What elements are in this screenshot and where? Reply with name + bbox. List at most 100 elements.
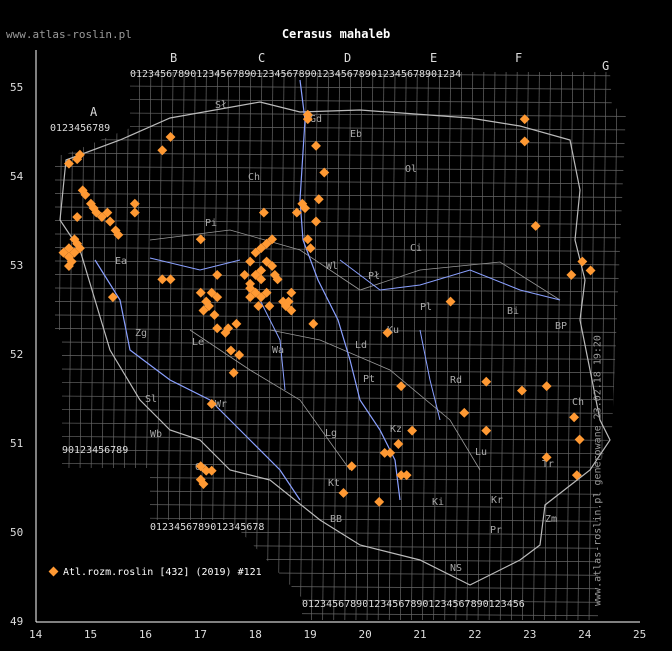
grid-line — [55, 557, 626, 563]
region-code: Ea — [115, 256, 127, 267]
grid-line — [244, 72, 252, 620]
grid-line — [399, 72, 407, 620]
grid-letter: F — [515, 51, 522, 65]
occurrence-point — [264, 301, 275, 311]
region-code: Bi — [507, 306, 519, 317]
legend: Atl.rozm.roslin [432] (2019) #121 — [48, 566, 262, 578]
lon-tick-label: 19 — [303, 628, 317, 641]
distribution-map: SłGdEbChOlPiCiWlPłEaKuPl BiLdWaZgLeSlBPPt… — [35, 50, 640, 625]
grid-letter: D — [344, 51, 351, 65]
grid-line — [255, 72, 263, 620]
lon-tick-label: 21 — [413, 628, 427, 641]
lon-tick-label: 22 — [468, 628, 482, 641]
occurrence-point — [530, 221, 541, 231]
grid-digit-row: 0123456789012345678901234567890123456 — [302, 599, 525, 610]
map-stage: www.atlas-roslin.pl Cerasus mahaleb Sł Gd… — [0, 0, 672, 651]
grid-line — [55, 436, 626, 441]
occurrence-point — [379, 447, 390, 458]
region-code: Wr — [215, 399, 227, 410]
grid-line — [577, 72, 585, 620]
occurrence-point — [445, 296, 456, 307]
lon-tick-label: 18 — [248, 628, 262, 641]
occurrence-point — [212, 269, 223, 280]
grid-line — [499, 72, 507, 620]
grid-line — [266, 72, 274, 620]
grid-digit-row: 90123456789 — [62, 445, 128, 456]
occurrence-point — [195, 234, 206, 245]
grid-line — [55, 422, 626, 428]
grid-line — [55, 476, 626, 482]
grid-digit-row: 0123456789012345678901234567890123456789… — [130, 69, 461, 80]
grid-letter: B — [170, 51, 177, 65]
grid-line — [510, 72, 518, 620]
region-code: Lu — [475, 447, 487, 458]
occurrence-point — [206, 465, 217, 476]
occurrence-point — [338, 488, 349, 498]
occurrence-point — [401, 470, 412, 481]
grid-line — [55, 503, 626, 509]
occurrence-point — [231, 318, 242, 329]
grid-line — [55, 72, 63, 620]
grid-letter: A — [90, 105, 98, 119]
grid-line — [344, 72, 352, 620]
grid-line — [55, 152, 626, 158]
grid-line — [55, 98, 626, 104]
grid-line — [621, 72, 626, 620]
grid-line — [55, 233, 626, 239]
grid-line — [477, 72, 485, 620]
region-code: Sł — [215, 100, 227, 111]
occurrence-point — [577, 256, 588, 267]
grid-line — [544, 72, 551, 620]
grid-line — [422, 72, 429, 620]
lon-tick-label: 15 — [83, 628, 98, 641]
occurrence-point — [519, 136, 530, 147]
region-code: Ki — [432, 497, 444, 508]
grid-line — [55, 314, 626, 320]
grid-line — [55, 139, 626, 144]
region-code: Ci — [410, 243, 422, 254]
occurrence-point — [585, 265, 596, 276]
grid-line — [288, 72, 296, 620]
occurrence-point — [574, 434, 585, 445]
region-code: Kr — [491, 495, 503, 506]
lat-tick-label: 51 — [10, 437, 24, 450]
region-code: Pl — [420, 302, 432, 313]
region-code: Zm — [545, 514, 557, 525]
grid-line — [55, 125, 626, 131]
grid-line — [488, 72, 496, 620]
grid-line — [55, 260, 626, 266]
region-code: Wa — [272, 345, 284, 356]
lat-tick-label: 55 — [10, 81, 24, 94]
grid-line — [444, 72, 452, 620]
occurrence-point — [225, 345, 236, 356]
grid-line — [433, 72, 440, 620]
lon-tick-label: 25 — [633, 628, 647, 641]
region-code: Kt — [328, 478, 340, 489]
lon-tick-label: 16 — [138, 628, 153, 641]
region-code: Ld — [355, 340, 367, 351]
occurrence-point — [234, 350, 245, 360]
region-code: Pi — [205, 218, 217, 229]
region-code: Pt — [363, 374, 375, 385]
region-code: Wb — [150, 429, 162, 440]
grid-line — [55, 449, 626, 455]
river-network — [149, 257, 561, 421]
lon-tick-label: 17 — [193, 628, 207, 641]
lon-tick-label: 14 — [29, 628, 43, 641]
occurrence-point — [228, 367, 239, 378]
grid-line — [211, 72, 218, 620]
lon-tick-label: 23 — [523, 628, 537, 641]
grid-line — [55, 287, 626, 293]
occurrence-point — [239, 269, 250, 280]
grid-line — [566, 72, 574, 620]
grid-line — [633, 60, 639, 625]
grid-line — [377, 72, 385, 620]
occurrence-point — [286, 287, 297, 298]
region-code: Le — [192, 337, 204, 348]
atpol-grid — [55, 60, 639, 625]
grid-letter: G — [602, 59, 609, 73]
occurrence-point — [245, 256, 256, 267]
grid-line — [55, 274, 626, 279]
region-code: BP — [555, 321, 567, 332]
occurrence-point — [313, 194, 324, 205]
